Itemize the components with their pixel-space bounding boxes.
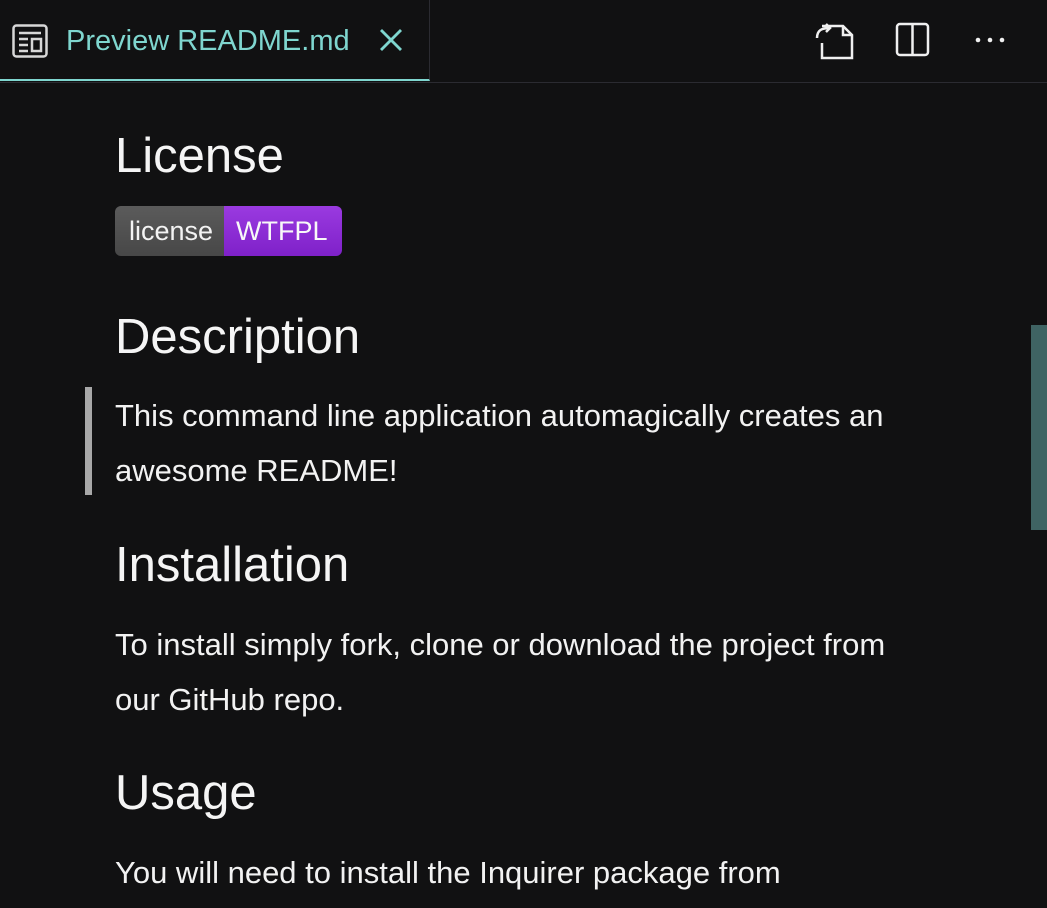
more-actions-icon[interactable] bbox=[968, 18, 1012, 62]
license-badge-value: WTFPL bbox=[224, 206, 342, 256]
tab-title: Preview README.md bbox=[66, 25, 350, 57]
license-badge-label: license bbox=[115, 206, 225, 256]
description-quote-text: This command line application automagica… bbox=[115, 398, 884, 488]
license-badge: license WTFPL bbox=[115, 206, 342, 256]
blockquote-bar bbox=[85, 387, 92, 495]
preview-readme-tab[interactable]: Preview README.md bbox=[0, 0, 430, 81]
vertical-scrollbar-thumb[interactable] bbox=[1031, 325, 1047, 530]
installation-text: To install simply fork, clone or downloa… bbox=[115, 627, 886, 717]
split-editor-icon[interactable] bbox=[890, 18, 934, 62]
usage-text: You will need to install the Inquirer pa… bbox=[115, 855, 781, 890]
preview-content: License license WTFPL Description This c… bbox=[0, 83, 1047, 908]
markdown-preview-window: Preview README.md License license WTFPL … bbox=[0, 0, 1047, 908]
description-heading: Description bbox=[115, 310, 361, 364]
editor-tab-bar: Preview README.md bbox=[0, 0, 1047, 83]
close-icon[interactable] bbox=[376, 25, 406, 55]
open-source-icon[interactable] bbox=[812, 18, 856, 62]
installation-heading: Installation bbox=[115, 538, 350, 592]
license-heading: License bbox=[115, 129, 284, 183]
usage-heading: Usage bbox=[115, 766, 257, 820]
preview-icon bbox=[12, 24, 48, 58]
